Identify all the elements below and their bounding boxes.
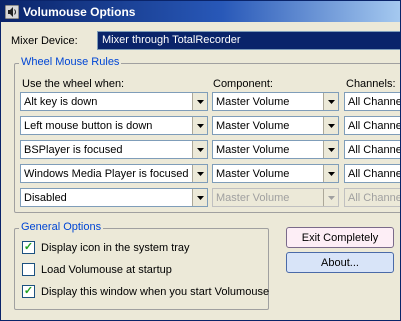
channels-select-4[interactable]: All Channels [344,164,401,183]
checkmark-icon: ✓ [23,241,34,253]
mixer-device-label: Mixer Device: [11,35,78,47]
chevron-down-icon[interactable] [323,93,338,110]
about-button-label: About... [321,256,359,269]
component-value: Master Volume [216,95,290,108]
exit-button-label: Exit Completely [301,231,379,244]
condition-value: Left mouse button is down [24,119,153,132]
condition-select-2[interactable]: Left mouse button is down [20,116,208,135]
about-button[interactable]: About... [286,252,394,273]
channels-select-5: All Channels [344,188,401,207]
channels-select-1[interactable]: All Channels [344,92,401,111]
channels-select-2[interactable]: All Channels [344,116,401,135]
option-tray-icon[interactable]: ✓ Display icon in the system tray [22,241,190,254]
component-value: Master Volume [216,191,290,204]
channels-header: Channels: [346,78,396,90]
component-value: Master Volume [216,119,290,132]
chevron-down-icon[interactable] [323,165,338,182]
component-select-1[interactable]: Master Volume [212,92,339,111]
chevron-down-icon[interactable] [323,117,338,134]
component-select-3[interactable]: Master Volume [212,140,339,159]
chevron-down-icon[interactable] [192,117,207,134]
component-value: Master Volume [216,143,290,156]
chevron-down-icon[interactable] [192,165,207,182]
component-select-2[interactable]: Master Volume [212,116,339,135]
component-select-5: Master Volume [212,188,339,207]
chevron-down-icon[interactable] [192,93,207,110]
condition-value: Alt key is down [24,95,98,108]
condition-select-1[interactable]: Alt key is down [20,92,208,111]
component-value: Master Volume [216,167,290,180]
condition-value: Disabled [24,191,67,204]
general-options-title: General Options [19,221,104,233]
component-header: Component: [213,78,273,90]
mixer-device-select[interactable]: Mixer through TotalRecorder [97,31,400,50]
condition-value: BSPlayer is focused [24,143,123,156]
option-load-startup[interactable]: Load Volumouse at startup [22,263,172,276]
option-display-window[interactable]: ✓ Display this window when you start Vol… [22,285,269,298]
speaker-icon [5,4,19,19]
chevron-down-icon[interactable] [192,141,207,158]
condition-select-3[interactable]: BSPlayer is focused [20,140,208,159]
tray-icon-checkbox[interactable]: ✓ [22,241,35,254]
channels-value: All Channels [348,191,401,204]
condition-value: Windows Media Player is focused [24,167,189,180]
component-select-4[interactable]: Master Volume [212,164,339,183]
chevron-down-icon [323,189,338,206]
mixer-device-value: Mixer through TotalRecorder [102,34,241,46]
title-bar[interactable]: Volumouse Options [1,1,400,22]
checkmark-icon: ✓ [23,285,34,297]
option-label: Display this window when you start Volum… [41,285,270,298]
condition-select-5[interactable]: Disabled [20,188,208,207]
wheel-rules-title: Wheel Mouse Rules [19,56,122,68]
window-title: Volumouse Options [23,4,136,19]
channels-value: All Channels [348,95,401,108]
display-window-checkbox[interactable]: ✓ [22,285,35,298]
options-window: Volumouse Options Mixer Device: Mixer th… [0,0,401,321]
channels-select-3[interactable]: All Channels [344,140,401,159]
channels-value: All Channels [348,143,401,156]
chevron-down-icon[interactable] [192,189,207,206]
channels-value: All Channels [348,167,401,180]
exit-completely-button[interactable]: Exit Completely [286,227,394,248]
use-wheel-header: Use the wheel when: [22,78,125,90]
channels-value: All Channels [348,119,401,132]
option-label: Display icon in the system tray [41,241,190,254]
condition-select-4[interactable]: Windows Media Player is focused [20,164,208,183]
option-label: Load Volumouse at startup [41,263,172,276]
load-startup-checkbox[interactable] [22,263,35,276]
chevron-down-icon[interactable] [323,141,338,158]
